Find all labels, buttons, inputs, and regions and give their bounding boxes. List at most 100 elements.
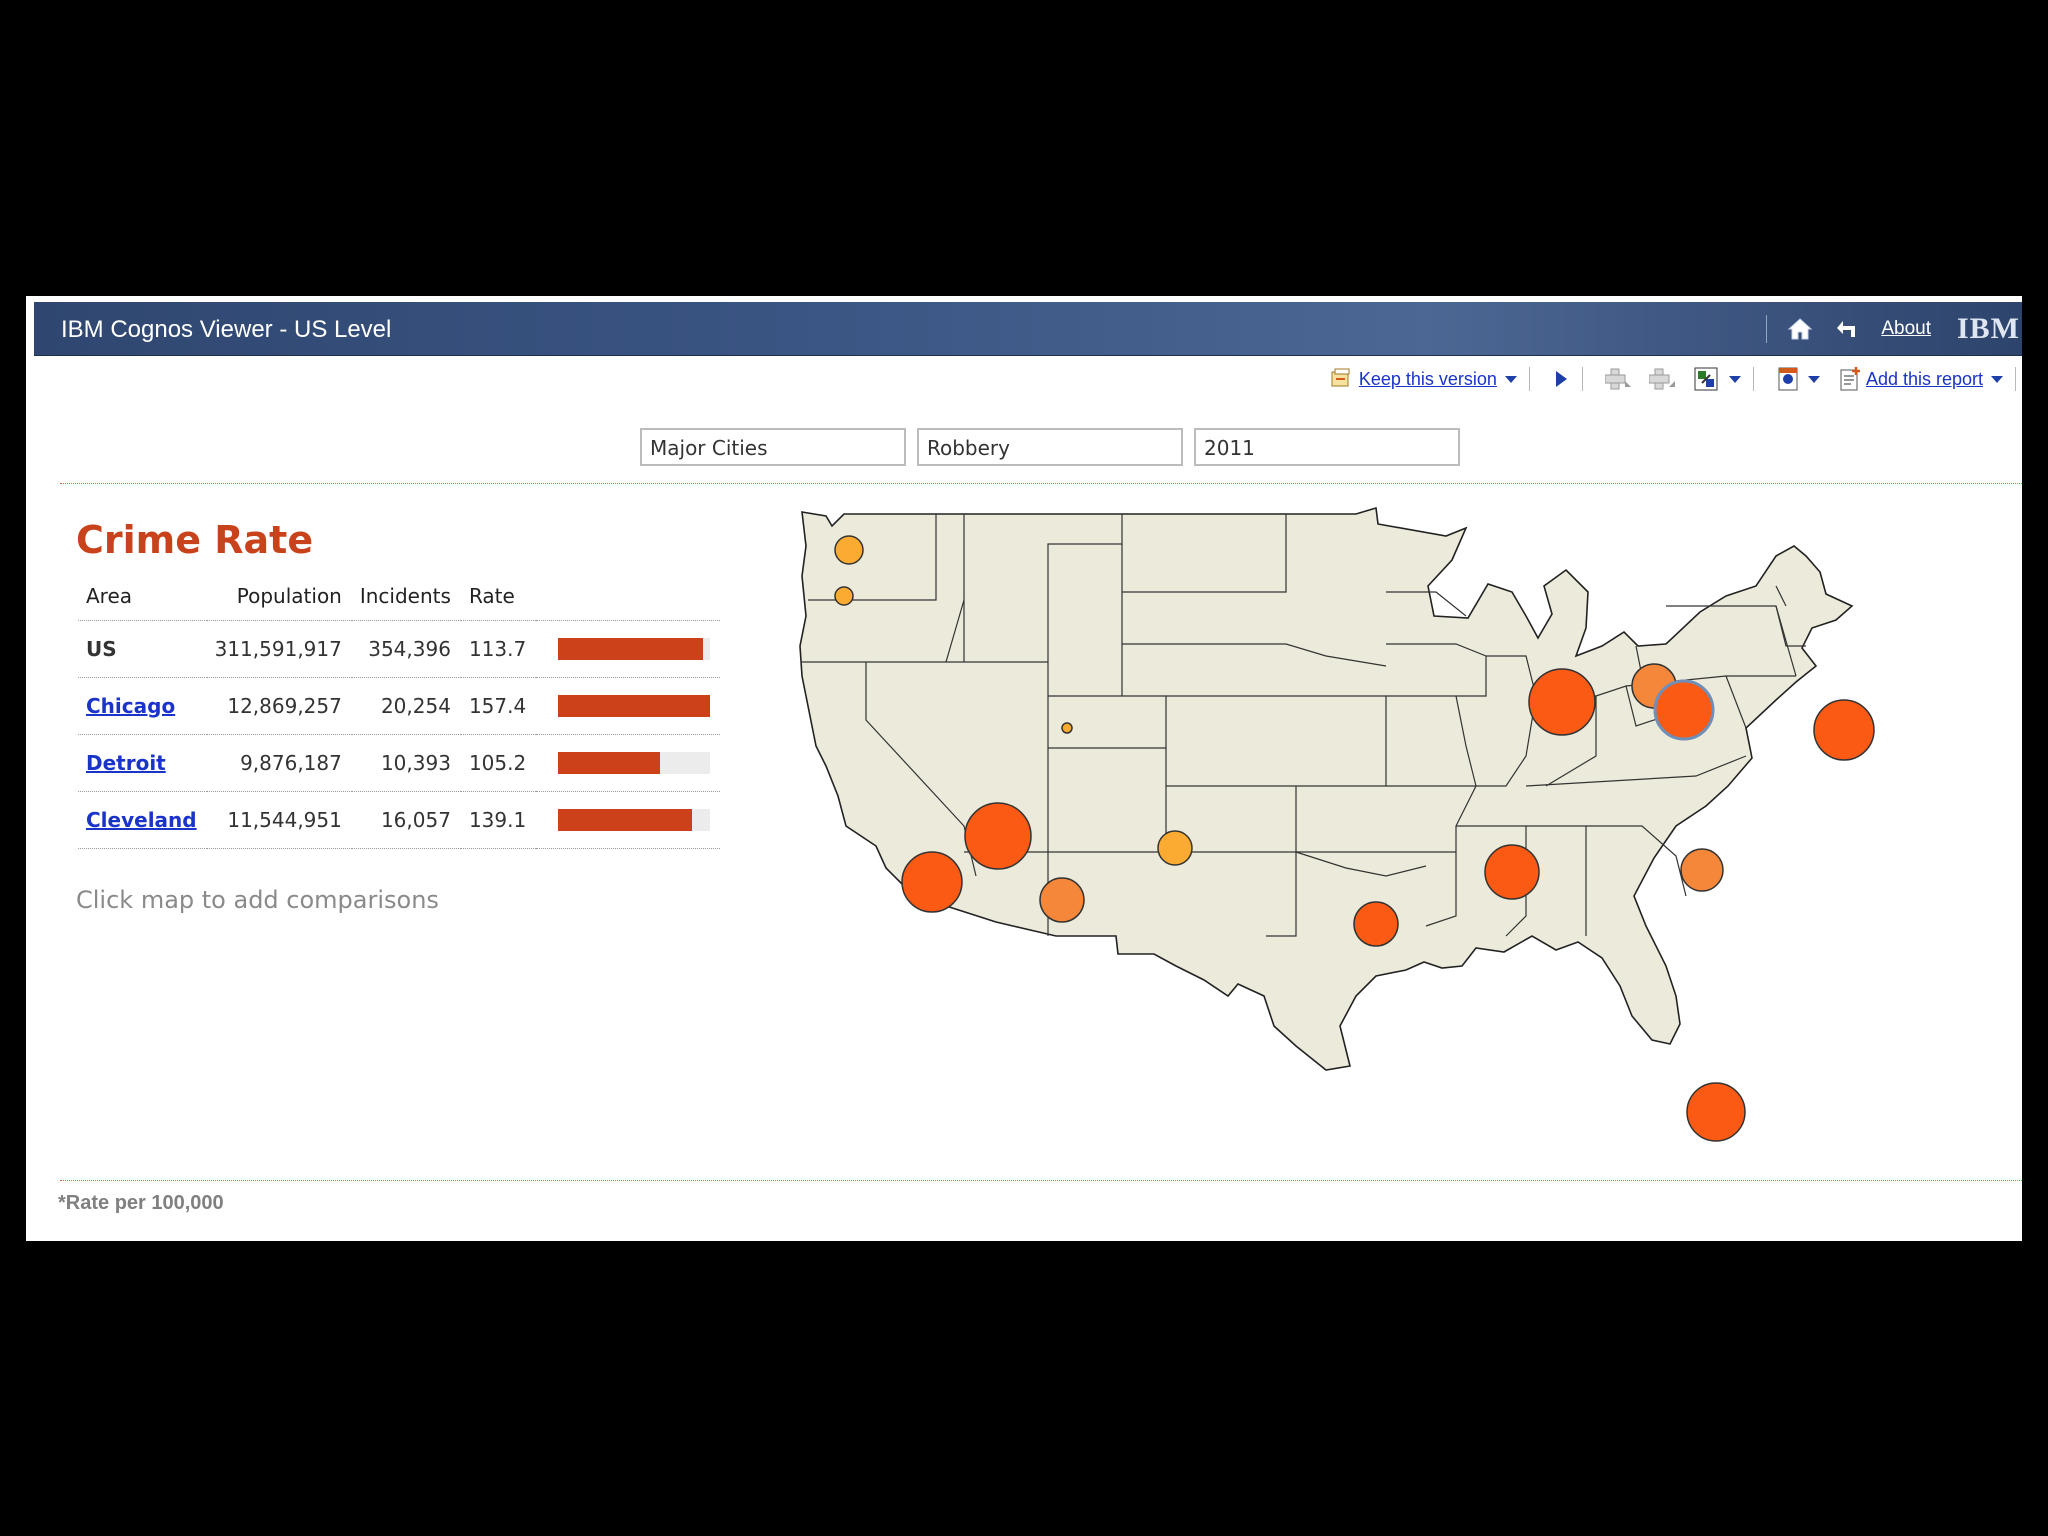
rate-bar [558, 808, 711, 831]
rate-bar-cell [536, 620, 721, 678]
report-toolbar: Keep this version Add this report [1319, 362, 2022, 396]
rate-bar [558, 637, 711, 660]
drill-down-icon [1604, 368, 1631, 390]
chevron-down-icon[interactable] [1504, 375, 1517, 383]
drill-down-button[interactable] [1604, 367, 1633, 391]
city-bubble-atlanta[interactable] [1680, 848, 1724, 892]
crime-type-prompt-select[interactable]: Robbery [917, 428, 1183, 466]
rate-cell: 157.4 [460, 677, 537, 735]
rate-bar-fill [558, 637, 703, 660]
city-bubble-los-angeles[interactable] [901, 851, 963, 913]
separator [1766, 315, 1768, 343]
keep-version-icon [1331, 368, 1350, 387]
separator [2015, 367, 2016, 391]
table-row: Chicago 12,869,257 20,254 157.4 [78, 677, 721, 735]
area-link-cleveland[interactable]: Cleveland [86, 808, 197, 832]
table-row: Detroit 9,876,187 10,393 105.2 [78, 734, 721, 792]
area-cell: Detroit [78, 734, 207, 792]
city-bubble-albuquerque[interactable] [1157, 830, 1193, 866]
drill-up-button[interactable] [1648, 367, 1677, 391]
incidents-cell: 354,396 [351, 620, 461, 678]
rate-cell: 105.2 [460, 734, 537, 792]
area-link-detroit[interactable]: Detroit [86, 751, 166, 775]
incidents-cell: 16,057 [351, 791, 461, 849]
column-header-area: Area [78, 580, 207, 621]
city-bubble-seattle[interactable] [834, 535, 864, 565]
rate-footnote: *Rate per 100,000 [58, 1192, 224, 1214]
separator [1752, 367, 1754, 391]
view-in-format-menu[interactable] [1776, 366, 1820, 392]
rate-bar-cell [536, 734, 721, 792]
related-links-icon [1694, 367, 1718, 391]
population-cell: 12,869,257 [206, 677, 352, 735]
rate-bar-fill [558, 694, 711, 717]
city-bubble-chicago[interactable] [1528, 668, 1596, 736]
area-link-chicago[interactable]: Chicago [86, 694, 175, 718]
incidents-cell: 20,254 [351, 677, 461, 735]
footer-divider [60, 1180, 2022, 1181]
year-prompt-select[interactable]: 2011 [1194, 428, 1460, 466]
population-cell: 11,544,951 [206, 791, 352, 849]
population-cell: 9,876,187 [206, 734, 352, 792]
incidents-cell: 10,393 [351, 734, 461, 792]
view-in-format-icon [1778, 367, 1798, 391]
area-cell: Chicago [78, 677, 207, 735]
ibm-logo: IBM [1957, 312, 2020, 345]
city-bubble-miami[interactable] [1686, 1082, 1746, 1142]
chevron-down-icon[interactable] [1807, 375, 1820, 383]
population-cell: 311,591,917 [206, 620, 352, 678]
drill-up-icon [1648, 368, 1675, 390]
add-report-link[interactable]: Add this report [1866, 369, 1983, 390]
report-title: Crime Rate [76, 518, 314, 562]
title-bar: IBM Cognos Viewer - US Level About IBM [34, 302, 2022, 356]
city-bubble-portland[interactable] [834, 586, 854, 606]
table-row: Cleveland 11,544,951 16,057 139.1 [78, 791, 721, 849]
area-prompt-select[interactable]: Major Cities [640, 428, 906, 466]
city-bubble-san-diego[interactable] [964, 802, 1032, 870]
cognos-viewer-window: IBM Cognos Viewer - US Level About IBM K… [26, 296, 2022, 1241]
home-icon[interactable] [1785, 314, 1815, 344]
city-bubble-salt-lake-city[interactable] [1061, 722, 1073, 734]
us-crime-map[interactable] [766, 496, 2006, 1166]
rate-cell: 113.7 [460, 620, 537, 678]
rate-cell: 139.1 [460, 791, 537, 849]
keep-version-menu[interactable]: Keep this version [1329, 367, 1517, 391]
city-bubble-philadelphia[interactable] [1813, 699, 1875, 761]
rate-bar [558, 751, 711, 774]
header-divider [60, 483, 2022, 484]
area-cell: US [78, 620, 207, 678]
related-links-menu[interactable] [1693, 366, 1741, 392]
add-report-menu[interactable]: Add this report [1838, 366, 2003, 392]
city-bubble-memphis[interactable] [1484, 844, 1540, 900]
run-icon [1555, 371, 1567, 387]
run-button[interactable] [1552, 368, 1570, 390]
column-header-bar [536, 580, 721, 621]
table-row: US 311,591,917 354,396 113.7 [78, 620, 721, 678]
column-header-rate: Rate [460, 580, 537, 621]
separator [1528, 367, 1530, 391]
keep-version-link[interactable]: Keep this version [1359, 369, 1497, 390]
separator [1581, 367, 1583, 391]
column-header-incidents: Incidents [351, 580, 461, 621]
window-title: IBM Cognos Viewer - US Level [61, 316, 392, 343]
map-hint: Click map to add comparisons [76, 886, 439, 914]
rate-bar [558, 694, 711, 717]
chevron-down-icon[interactable] [1728, 375, 1741, 383]
city-bubble-dallas[interactable] [1353, 901, 1399, 947]
rate-bar-cell [536, 791, 721, 849]
area-label: US [86, 636, 117, 661]
add-report-icon [1840, 367, 1860, 391]
title-bar-actions: About IBM [1766, 312, 2020, 346]
city-bubble-phoenix[interactable] [1039, 877, 1085, 923]
rate-bar-fill [558, 751, 661, 774]
us-land[interactable] [799, 506, 1854, 1071]
area-cell: Cleveland [78, 791, 207, 849]
crime-rate-table: Area Population Incidents Rate US 311,59… [78, 580, 721, 849]
rate-bar-cell [536, 677, 721, 735]
chevron-down-icon[interactable] [1991, 375, 2003, 383]
about-link[interactable]: About [1881, 318, 1931, 340]
us-outline[interactable] [799, 506, 1854, 1071]
back-arrow-icon[interactable] [1833, 314, 1863, 344]
rate-bar-fill [558, 808, 692, 831]
city-bubble-cleveland[interactable] [1653, 679, 1715, 741]
